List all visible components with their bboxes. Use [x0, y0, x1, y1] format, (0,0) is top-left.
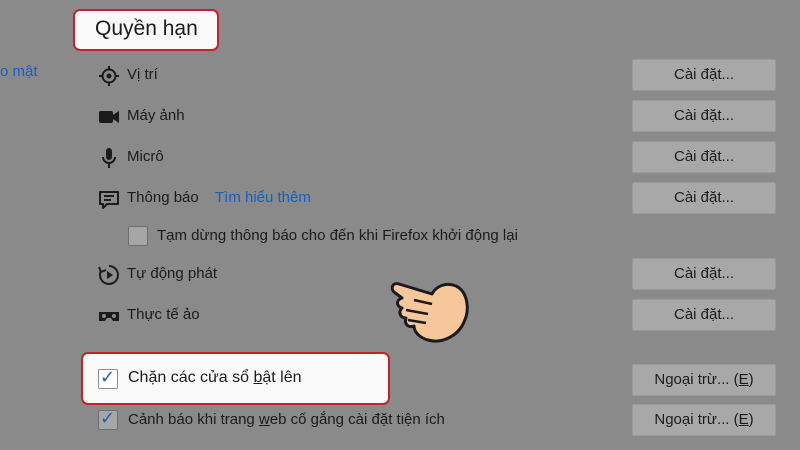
warn-addons-label: Cảnh báo khi trang web cố gắng cài đặt t…	[128, 411, 445, 428]
learn-more-link[interactable]: Tìm hiểu thêm	[215, 189, 311, 206]
permission-label-autoplay: Tự động phát	[127, 265, 218, 282]
pause-notifications-label: Tạm dừng thông báo cho đến khi Firefox k…	[157, 227, 518, 244]
microphone-settings-button[interactable]: Cài đặt...	[632, 141, 776, 173]
permission-label-notifications: Thông báo	[127, 189, 199, 206]
pause-notifications-checkbox[interactable]	[128, 226, 148, 246]
notification-icon	[98, 189, 120, 211]
sidebar-item-privacy[interactable]: o mật	[0, 63, 38, 80]
permission-label-microphone: Micrô	[127, 148, 164, 165]
location-settings-button[interactable]: Cài đặt...	[632, 59, 776, 91]
block-popups-checkbox[interactable]: ✓	[98, 367, 118, 389]
autoplay-icon	[98, 264, 120, 286]
pointing-hand-icon	[384, 270, 474, 350]
vr-settings-button[interactable]: Cài đặt...	[632, 299, 776, 331]
camera-icon	[98, 106, 120, 128]
warn-addons-exceptions-button[interactable]: Ngoại trừ... (E)	[632, 404, 776, 436]
page-title: Quyền hạn	[95, 17, 198, 40]
vr-headset-icon	[98, 305, 120, 327]
checkmark-icon: ✓	[100, 367, 116, 387]
camera-settings-button[interactable]: Cài đặt...	[632, 100, 776, 132]
permission-label-location: Vị trí	[127, 66, 158, 83]
location-icon	[98, 65, 120, 87]
block-popups-exceptions-button[interactable]: Ngoại trừ... (E)	[632, 364, 776, 396]
microphone-icon	[98, 147, 120, 169]
permission-label-camera: Máy ảnh	[127, 107, 185, 124]
warn-addons-checkbox[interactable]: ✓	[98, 408, 118, 430]
notifications-settings-button[interactable]: Cài đặt...	[632, 182, 776, 214]
checkmark-icon: ✓	[100, 408, 116, 428]
block-popups-label: Chặn các cửa sổ bật lên	[128, 369, 302, 386]
permission-label-vr: Thực tế ảo	[127, 306, 200, 323]
autoplay-settings-button[interactable]: Cài đặt...	[632, 258, 776, 290]
